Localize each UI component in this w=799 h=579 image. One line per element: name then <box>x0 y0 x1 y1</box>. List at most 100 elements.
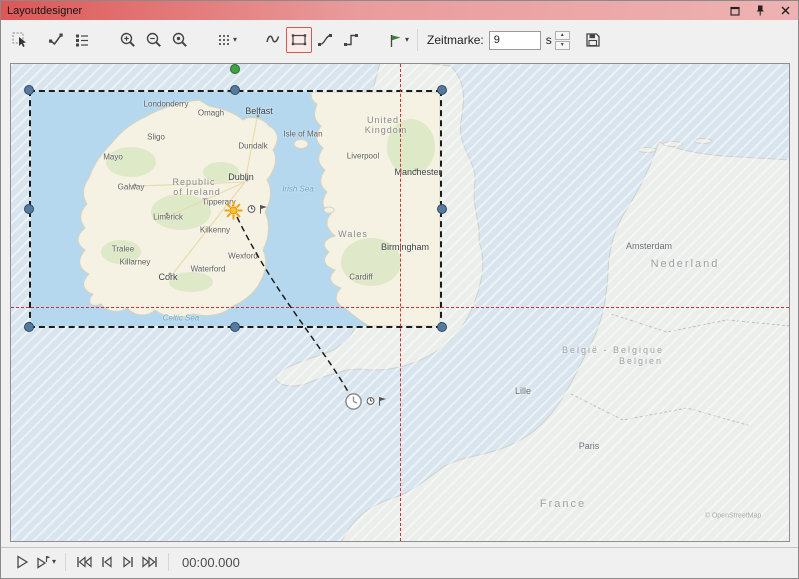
spinner-up-button[interactable]: ▲ <box>555 31 570 40</box>
map-label: Dublin <box>228 172 254 182</box>
save-button[interactable] <box>580 27 606 53</box>
map-label: Cardiff <box>349 273 372 282</box>
curve-linear-button[interactable] <box>338 27 364 53</box>
selection-handle-s[interactable] <box>230 322 240 332</box>
map-label: Nederland <box>651 258 720 270</box>
zoom-in-icon <box>119 31 137 49</box>
map-label: Londonderry <box>144 100 189 109</box>
map-label: Cork <box>158 272 177 282</box>
maximize-icon <box>729 5 741 17</box>
skip-to-end-button[interactable] <box>139 550 161 574</box>
zoom-reset-button[interactable] <box>167 27 193 53</box>
pin-button[interactable] <box>753 4 767 18</box>
map-label: Belfast <box>245 106 273 116</box>
close-icon <box>780 5 791 16</box>
rotation-handle[interactable] <box>230 64 240 74</box>
spinner-up-icon: ▲ <box>560 33 565 38</box>
zoom-out-button[interactable] <box>141 27 167 53</box>
window-title: Layoutdesigner <box>7 5 82 17</box>
map-label: Limerick <box>153 213 183 222</box>
grid-options-button[interactable]: ▾ <box>213 27 240 53</box>
point-list-button[interactable] <box>69 27 95 53</box>
skip-to-start-button[interactable] <box>73 550 95 574</box>
marker-flag-button[interactable]: ▾ <box>384 27 412 53</box>
zoom-out-icon <box>145 31 163 49</box>
map-label: United <box>367 115 399 125</box>
map-label: Sligo <box>147 133 165 142</box>
viewport-frame-icon <box>290 31 308 49</box>
selection-handle-se[interactable] <box>437 322 447 332</box>
marker-flag-icon <box>387 32 404 49</box>
map-label: Isle of Man <box>283 130 322 139</box>
waypoint-sun-badges <box>247 204 269 214</box>
caret-down-icon: ▾ <box>233 36 237 44</box>
map-label: Wexford <box>228 252 258 261</box>
map-label: Birmingham <box>381 242 429 252</box>
map-label: Waterford <box>191 265 226 274</box>
spinner-down-button[interactable]: ▼ <box>555 41 570 50</box>
node-select-tool-button[interactable] <box>43 27 69 53</box>
waypoint-clock-icon[interactable] <box>344 392 363 411</box>
selection-handle-w[interactable] <box>24 204 34 214</box>
zeitmarke-label: Zeitmarke: <box>427 33 484 47</box>
keyframe-smooth-icon <box>316 31 334 49</box>
close-button[interactable] <box>778 4 792 18</box>
spline-curve-icon <box>264 31 282 49</box>
step-back-icon <box>99 554 114 570</box>
grid-icon <box>216 32 232 48</box>
map-label: Galway <box>118 183 145 192</box>
zeitmarke-input[interactable] <box>489 31 541 50</box>
step-forward-button[interactable] <box>117 550 139 574</box>
map-label: Lille <box>515 386 531 396</box>
play-from-marker-button[interactable]: ▾ <box>33 550 58 574</box>
zoom-in-button[interactable] <box>115 27 141 53</box>
layoutdesigner-window: Layoutdesigner <box>0 0 799 579</box>
map-label: Manchester <box>394 167 441 177</box>
map-label: Celtic Sea <box>163 314 199 323</box>
map-label: Paris <box>579 441 600 451</box>
play-button[interactable] <box>11 550 33 574</box>
map-label: Omagh <box>198 109 224 118</box>
point-list-icon <box>73 31 91 49</box>
map-attribution: © OpenStreetMap <box>705 513 762 520</box>
caret-down-icon: ▾ <box>405 36 409 44</box>
select-tool-button[interactable] <box>7 27 33 53</box>
map-label: France <box>540 498 586 510</box>
curve-tool-button[interactable] <box>260 27 286 53</box>
map-label: Mayo <box>103 153 123 162</box>
waypoint-sun-icon[interactable] <box>223 200 244 221</box>
select-arrow-icon <box>11 31 29 49</box>
selection-handle-nw[interactable] <box>24 85 34 95</box>
curve-smooth-button[interactable] <box>312 27 338 53</box>
save-disk-icon <box>584 31 602 49</box>
viewport-frame-button[interactable] <box>286 27 312 53</box>
zeitmarke-spinner: ▲ ▼ <box>555 31 570 50</box>
maximize-button[interactable] <box>728 4 742 18</box>
waypoint-clock-badges <box>366 396 388 406</box>
title-bar[interactable]: Layoutdesigner <box>1 1 798 20</box>
map-label: Kingdom <box>365 125 408 135</box>
map-label: Irish Sea <box>282 185 314 194</box>
spinner-down-icon: ▼ <box>560 43 565 48</box>
map-label: België - Belgique <box>562 345 664 355</box>
selection-handle-sw[interactable] <box>24 322 34 332</box>
selection-handle-ne[interactable] <box>437 85 447 95</box>
map-label: Amsterdam <box>626 241 672 251</box>
map-label: Killarney <box>120 258 151 267</box>
pin-icon <box>754 4 766 17</box>
map-label: Republic <box>172 177 215 187</box>
selection-handle-n[interactable] <box>230 85 240 95</box>
map-label: Dundalk <box>238 142 267 151</box>
map-label: Tralee <box>112 245 134 254</box>
map-label: of Ireland <box>173 187 221 197</box>
selection-handle-e[interactable] <box>437 204 447 214</box>
transport-bar: ▾ <box>1 547 798 576</box>
timecode-display: 00:00.000 <box>182 555 240 570</box>
caret-down-icon: ▾ <box>52 558 56 566</box>
map-label: Wales <box>338 229 368 239</box>
map-label: Kilkenny <box>200 226 230 235</box>
layout-canvas[interactable]: Amsterdam Nederland België - Belgique Be… <box>10 63 790 542</box>
skip-to-start-icon <box>75 554 93 570</box>
step-back-button[interactable] <box>95 550 117 574</box>
node-path-icon <box>47 31 65 49</box>
